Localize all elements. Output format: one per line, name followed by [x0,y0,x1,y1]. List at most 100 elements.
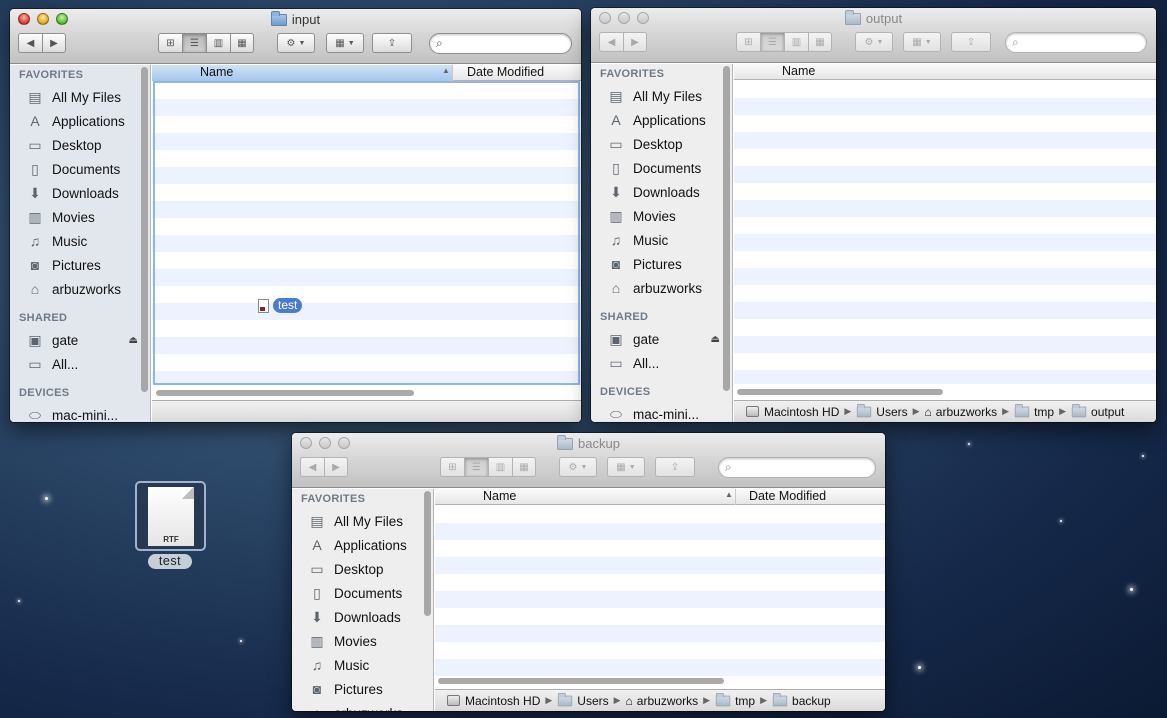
search-field[interactable]: ⌕ [429,33,581,54]
sidebar-item-desktop[interactable]: ▭ Desktop [607,133,720,155]
gear-icon[interactable]: ⚙ ▼ [277,33,315,53]
column-view-button[interactable]: ▥ [206,33,230,53]
column-header-date[interactable]: Date Modified [452,65,581,81]
column-header-date-label: Date Modified [467,65,545,79]
sidebar-item-applications[interactable]: A Applications [607,109,720,131]
path-item[interactable]: Users [557,692,609,708]
eject-icon[interactable]: ⏏ [129,335,138,346]
file-rows[interactable] [734,81,1156,384]
sidebar-item-all-my-files[interactable]: ▤ All My Files [26,86,138,108]
icon-view-button[interactable]: ⊞ [158,33,182,53]
sidebar-scrollbar[interactable] [723,66,730,391]
sidebar-item-pictures[interactable]: ◙ Pictures [26,254,138,276]
back-button[interactable]: ◀ [300,457,324,477]
path-item[interactable]: Macintosh HD [447,694,540,708]
hard-drive-icon [447,695,460,706]
coverflow-view-button[interactable]: ▦ [512,457,536,477]
search-input[interactable] [1021,36,1156,49]
column-header-name[interactable]: Name [152,65,452,81]
sidebar-item-all-shared[interactable]: ▭ All... [607,352,720,374]
back-button[interactable]: ◀ [18,33,42,53]
sidebar-item-mac-mini[interactable]: ⬭ mac-mini... [607,403,720,422]
share-icon[interactable]: ⇪ [372,33,412,53]
sidebar-item-downloads[interactable]: ⬇ Downloads [308,606,421,628]
search-input[interactable] [445,37,581,50]
search-field[interactable]: ⌕ [1005,32,1156,53]
sidebar-item-movies[interactable]: ▥ Movies [308,630,421,652]
sidebar-item-gate[interactable]: ▣ gate ⏏ [26,329,138,351]
sidebar-item-applications[interactable]: A Applications [308,534,421,556]
sidebar-item-home[interactable]: ⌂ arbuzworks [607,277,720,299]
desktop-file-rtf-icon[interactable]: RTF [135,481,206,551]
column-header-name[interactable]: Name [734,64,1154,80]
sidebar-item-applications[interactable]: A Applications [26,110,138,132]
sidebar-item-music[interactable]: ♫ Music [26,230,138,252]
eject-icon[interactable]: ⏏ [711,334,720,345]
search-input[interactable] [734,461,877,474]
back-button[interactable]: ◀ [599,32,623,52]
sidebar-item-desktop[interactable]: ▭ Desktop [308,558,421,580]
list-view-button[interactable]: ☰ [464,457,488,477]
horizontal-scrollbar[interactable] [438,678,724,684]
sidebar-item-mac-mini[interactable]: ⬭ mac-mini... [26,404,138,423]
sidebar-item-pictures[interactable]: ◙ Pictures [607,253,720,275]
search-field[interactable]: ⌕ [718,457,877,478]
sidebar-scrollbar[interactable] [141,67,148,392]
column-header: Name ▲ Date Modified [435,489,885,505]
coverflow-view-button[interactable]: ▦ [808,32,832,52]
sidebar-item-music[interactable]: ♫ Music [607,229,720,251]
forward-button[interactable]: ▶ [623,32,647,52]
sidebar-item-documents[interactable]: ▯ Documents [26,158,138,180]
path-item-label: Macintosh HD [465,693,541,708]
column-header-date[interactable]: Date Modified [735,489,885,505]
column-view-button[interactable]: ▥ [784,32,808,52]
sidebar-item-all-my-files[interactable]: ▤ All My Files [607,85,720,107]
list-view-button[interactable]: ☰ [760,32,784,52]
coverflow-view-button[interactable]: ▦ [230,33,254,53]
column-header-name[interactable]: Name [435,489,735,505]
icon-view-button[interactable]: ⊞ [440,457,464,477]
sidebar-item-label: All... [52,356,79,372]
path-item-label: output [1091,404,1125,419]
horizontal-scrollbar[interactable] [156,390,414,396]
path-item[interactable]: Macintosh HD [746,405,839,419]
forward-button[interactable]: ▶ [324,457,348,477]
column-view-button[interactable]: ▥ [488,457,512,477]
sidebar-item-music[interactable]: ♫ Music [308,654,421,676]
sidebar-item-home[interactable]: ⌂ arbuzworks [308,702,421,711]
sidebar-item-downloads[interactable]: ⬇ Downloads [607,181,720,203]
dragged-file[interactable]: test [258,298,303,313]
path-item[interactable]: tmp [715,692,755,708]
sidebar-item-movies[interactable]: ▥ Movies [607,205,720,227]
sidebar-item-movies[interactable]: ▥ Movies [26,206,138,228]
sidebar-item-pictures[interactable]: ◙ Pictures [308,678,421,700]
icon-view-button[interactable]: ⊞ [736,32,760,52]
gear-icon[interactable]: ⚙ ▼ [559,457,597,477]
sidebar-scrollbar[interactable] [424,491,431,616]
path-item[interactable]: backup [772,692,831,708]
path-item[interactable]: ⌂ arbuzworks [925,405,998,419]
desktop-file-label[interactable]: test [148,554,192,569]
sidebar-item-home[interactable]: ⌂ arbuzworks [26,278,138,300]
sidebar-item-desktop[interactable]: ▭ Desktop [26,134,138,156]
sidebar-item-all-shared[interactable]: ▭ All... [26,353,138,375]
path-item[interactable]: output [1071,403,1125,419]
path-item[interactable]: Users [856,403,908,419]
sidebar-item-documents[interactable]: ▯ Documents [607,157,720,179]
sidebar-item-gate[interactable]: ▣ gate ⏏ [607,328,720,350]
arrange-icon[interactable]: ▦ ▼ [326,33,364,53]
path-item[interactable]: tmp [1014,403,1054,419]
sidebar-item-documents[interactable]: ▯ Documents [308,582,421,604]
horizontal-scrollbar[interactable] [737,389,943,395]
path-item[interactable]: ⌂ arbuzworks [626,694,699,708]
arrange-icon[interactable]: ▦ ▼ [903,32,941,52]
forward-button[interactable]: ▶ [42,33,66,53]
list-view-button[interactable]: ☰ [182,33,206,53]
share-icon[interactable]: ⇪ [951,32,991,52]
gear-icon[interactable]: ⚙ ▼ [855,32,893,52]
sidebar-item-all-my-files[interactable]: ▤ All My Files [308,510,421,532]
file-rows[interactable] [435,506,885,676]
arrange-icon[interactable]: ▦ ▼ [607,457,645,477]
sidebar-item-downloads[interactable]: ⬇ Downloads [26,182,138,204]
share-icon[interactable]: ⇪ [655,457,695,477]
